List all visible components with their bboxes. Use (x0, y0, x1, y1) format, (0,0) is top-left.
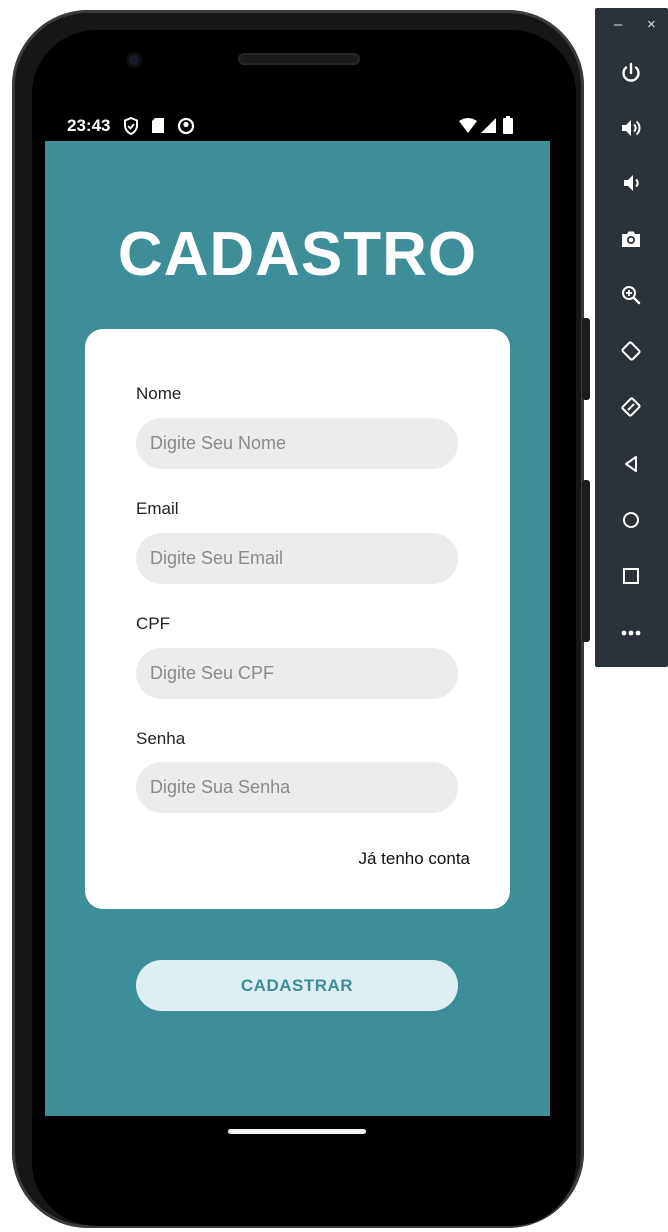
cpf-input[interactable] (136, 648, 458, 699)
back-icon (625, 456, 637, 472)
rotate-left-button[interactable] (616, 336, 646, 366)
register-button[interactable]: CADASTRAR (136, 960, 458, 1011)
sync-icon (177, 117, 195, 140)
app-screen: CADASTRO Nome Email CPF Senha Já tenho c… (45, 141, 550, 1116)
status-time: 23:43 (67, 116, 111, 135)
overview-icon (623, 568, 639, 584)
screenshot-button[interactable] (616, 224, 646, 254)
volume-down-button[interactable] (616, 168, 646, 198)
battery-icon (503, 116, 513, 139)
password-label: Senha (136, 729, 186, 748)
zoom-icon (622, 286, 641, 305)
home-icon (623, 512, 639, 528)
front-camera (126, 52, 142, 68)
home-button[interactable] (616, 505, 646, 535)
earpiece-speaker (238, 53, 360, 65)
shield-icon (123, 116, 139, 140)
overview-button[interactable] (616, 561, 646, 591)
volume-down-icon (624, 175, 639, 191)
back-button[interactable] (616, 449, 646, 479)
emulator-window: 23:43 CADASTRO Nome Email CPF (0, 0, 668, 1232)
zoom-button[interactable] (616, 280, 646, 310)
status-bar: 23:43 (45, 110, 550, 141)
password-input[interactable] (136, 762, 458, 813)
name-input[interactable] (136, 418, 458, 469)
rotate-right-icon (621, 397, 641, 417)
more-icon (621, 630, 641, 636)
power-icon (622, 62, 640, 82)
name-label: Nome (136, 384, 182, 403)
email-label: Email (136, 499, 179, 518)
wifi-icon (459, 118, 477, 138)
page-title: CADASTRO (117, 220, 478, 289)
volume-up-button[interactable] (616, 113, 646, 143)
gesture-home-bar[interactable] (228, 1129, 366, 1134)
more-button[interactable] (616, 618, 646, 648)
emulator-controls-panel: – × (595, 8, 668, 667)
phone-power-key (582, 318, 590, 400)
camera-icon (622, 231, 640, 247)
cpf-label: CPF (136, 614, 170, 633)
phone-volume-key (582, 480, 590, 642)
close-button[interactable]: × (647, 16, 656, 33)
email-input[interactable] (136, 533, 458, 584)
login-link[interactable]: Já tenho conta (358, 849, 470, 869)
rotate-right-button[interactable] (616, 392, 646, 422)
minimize-button[interactable]: – (614, 16, 622, 33)
sd-card-icon (151, 117, 165, 139)
signal-icon (481, 118, 496, 138)
registration-form-card: Nome Email CPF Senha Já tenho conta (85, 329, 510, 909)
power-button[interactable] (616, 58, 646, 88)
volume-up-icon (622, 120, 641, 136)
rotate-left-icon (621, 341, 641, 361)
